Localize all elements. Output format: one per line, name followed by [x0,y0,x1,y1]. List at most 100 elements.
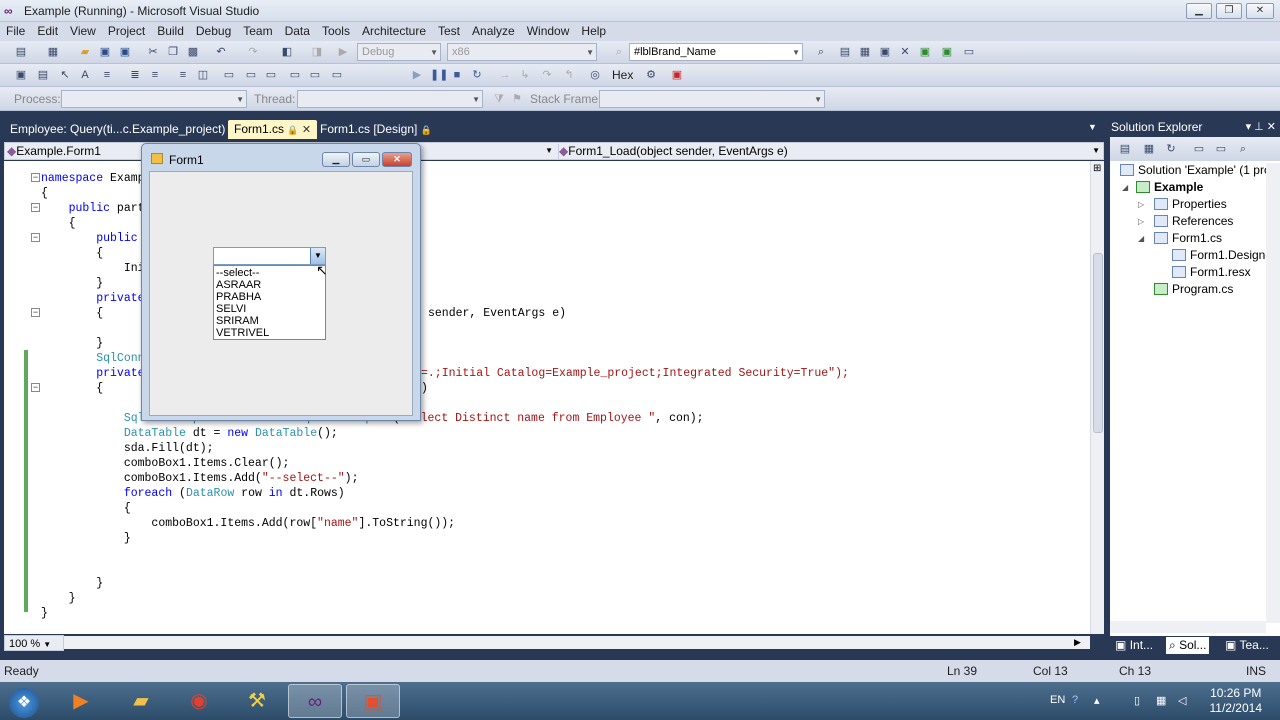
bookmark-doc-icon[interactable]: ▭ [308,68,322,82]
menu-data[interactable]: Data [279,22,316,38]
editor-vertical-scrollbar[interactable]: ⊞ [1090,161,1104,634]
process-combo[interactable]: ▼ [61,90,247,108]
battery-icon[interactable]: ▯ [1134,694,1140,707]
save-all-icon[interactable]: ▣ [118,45,132,59]
tab-form1-cs[interactable]: Form1.cs 🔒 ✕ [228,120,318,139]
menu-analyze[interactable]: Analyze [466,22,521,38]
chrome-icon[interactable]: ◉ [172,684,226,718]
paste-icon[interactable]: ▩ [186,45,200,59]
list-item[interactable]: PRABHA [216,291,261,303]
show-next-statement-icon[interactable]: → [498,68,512,82]
network-icon[interactable]: ▦ [1156,694,1166,707]
redo-icon[interactable]: ↷ [246,45,260,59]
find-symbol-icon[interactable]: ⌕ [814,45,828,59]
find-combo[interactable]: #lblBrand_Name ▼ [629,43,803,61]
menu-tools[interactable]: Tools [316,22,356,38]
bookmark-icon[interactable]: ◫ [196,68,210,82]
stop-icon[interactable]: ■ [450,68,464,82]
font-icon[interactable]: A [78,68,92,82]
member-combo[interactable]: ◆Form1_Load(object sender, EventArgs e) ▼ [558,144,1102,159]
toolbox-icon[interactable]: ✕ [898,45,912,59]
bookmark-prev-icon[interactable]: ▭ [222,68,236,82]
list-item[interactable]: ASRAAR [216,279,261,291]
object-browser-icon[interactable]: ▣ [878,45,892,59]
help-icon[interactable]: ? [1072,694,1078,706]
hex-toggle[interactable]: Hex [612,68,633,82]
show-all-files-icon[interactable]: ▦ [1142,142,1156,156]
form-maximize-button[interactable]: ▭ [352,152,380,167]
tree-item-form1-designer[interactable]: Form1.Designer [1172,248,1276,262]
expand-icon[interactable]: ◢ [1122,183,1128,192]
menu-edit[interactable]: Edit [31,22,64,38]
close-button[interactable]: ✕ [1246,3,1274,19]
maximize-button[interactable]: ❐ [1216,3,1242,19]
menu-debug[interactable]: Debug [190,22,237,38]
list-item[interactable]: VETRIVEL [216,327,269,339]
tab-solution[interactable]: ⌕ Sol... [1166,637,1210,654]
tab-team[interactable]: ▣ Tea... [1222,637,1272,654]
flag-icon[interactable]: ⚑ [510,92,524,106]
break-all-icon[interactable]: ❚❚ [430,68,448,82]
close-tab-icon[interactable]: ✕ [302,124,311,136]
tab-form1-design[interactable]: Form1.cs [Design] 🔒 [314,120,438,139]
menu-team[interactable]: Team [237,22,278,38]
cut-icon[interactable]: ✂ [146,45,160,59]
tools-icon[interactable]: ⚒ [230,684,284,718]
breakpoints-icon[interactable]: ▣ [670,68,684,82]
solution-explorer-hscroll[interactable] [1110,621,1266,633]
add-item-icon[interactable]: ▦ [46,45,60,59]
extension-manager-icon[interactable]: ▣ [940,45,954,59]
pointer-icon[interactable]: ↖ [58,68,72,82]
uncomment-icon[interactable]: ≡ [176,68,190,82]
tree-item-properties[interactable]: Properties [1154,197,1227,211]
tree-item-form1-resx[interactable]: Form1.resx [1172,265,1251,279]
continue-icon[interactable]: ▶ [410,68,424,82]
properties-icon[interactable]: ▤ [1118,142,1132,156]
menu-project[interactable]: Project [102,22,151,38]
media-player-icon[interactable]: ▶ [54,684,108,718]
form-minimize-button[interactable]: ▁ [322,152,350,167]
language-indicator[interactable]: EN [1050,694,1065,706]
undo-icon[interactable]: ↶ [214,45,228,59]
menu-test[interactable]: Test [432,22,466,38]
bookmark-folder-icon[interactable]: ▭ [264,68,278,82]
outdent-icon[interactable]: ≣ [128,68,142,82]
menu-window[interactable]: Window [521,22,576,38]
tab-overflow-icon[interactable]: ▼ [1088,122,1097,132]
tab-employee-query[interactable]: Employee: Query(ti...c.Example_project) [4,120,231,139]
view-designer-icon[interactable]: ▭ [1214,142,1228,156]
list-item[interactable]: SRIRAM [216,315,259,327]
stack-frame-combo[interactable]: ▼ [599,90,825,108]
solution-explorer-icon[interactable]: ▤ [838,45,852,59]
thread-combo[interactable]: ▼ [297,90,483,108]
start-debug-icon[interactable]: ▶ [336,45,350,59]
refresh-icon[interactable]: ↻ [1164,142,1178,156]
tree-item-references[interactable]: References [1154,214,1233,228]
collapsed-icon[interactable]: ▷ [1138,217,1144,226]
platform-combo[interactable]: x86 ▼ [447,43,597,61]
navigate-forward-icon[interactable]: ◨ [310,45,324,59]
step-out-icon[interactable]: ↰ [562,68,576,82]
threads-icon[interactable]: ⚙ [644,68,658,82]
minimize-button[interactable]: ▁ [1186,3,1212,19]
pin-icon[interactable]: 🔒 [421,125,432,135]
form1-app-icon[interactable]: ▣ [346,684,400,718]
collapse-icon[interactable]: − [31,203,40,212]
zoom-combo[interactable]: 100 % ▼ [4,635,64,651]
solution-explorer-vscroll[interactable] [1266,163,1280,623]
copy-icon[interactable]: ❐ [166,45,180,59]
list-item[interactable]: --select-- [216,267,259,279]
start-page-icon[interactable]: ▣ [918,45,932,59]
split-icon[interactable]: ⊞ [1093,163,1101,174]
class-diagram-icon[interactable]: ⌕ [1236,142,1250,156]
name-combobox[interactable]: ▼ [213,247,326,265]
collapsed-icon[interactable]: ▷ [1138,200,1144,209]
tree-item-form1-cs[interactable]: Form1.cs [1154,231,1222,245]
view-code-icon[interactable]: ▭ [1192,142,1206,156]
properties-icon[interactable]: ▦ [858,45,872,59]
menu-file[interactable]: File [0,22,31,38]
visual-studio-icon[interactable]: ∞ [288,684,342,718]
editor-horizontal-scrollbar[interactable]: ▶ [64,636,1090,649]
menu-architecture[interactable]: Architecture [356,22,432,38]
bookmark-all-icon[interactable]: ▭ [330,68,344,82]
